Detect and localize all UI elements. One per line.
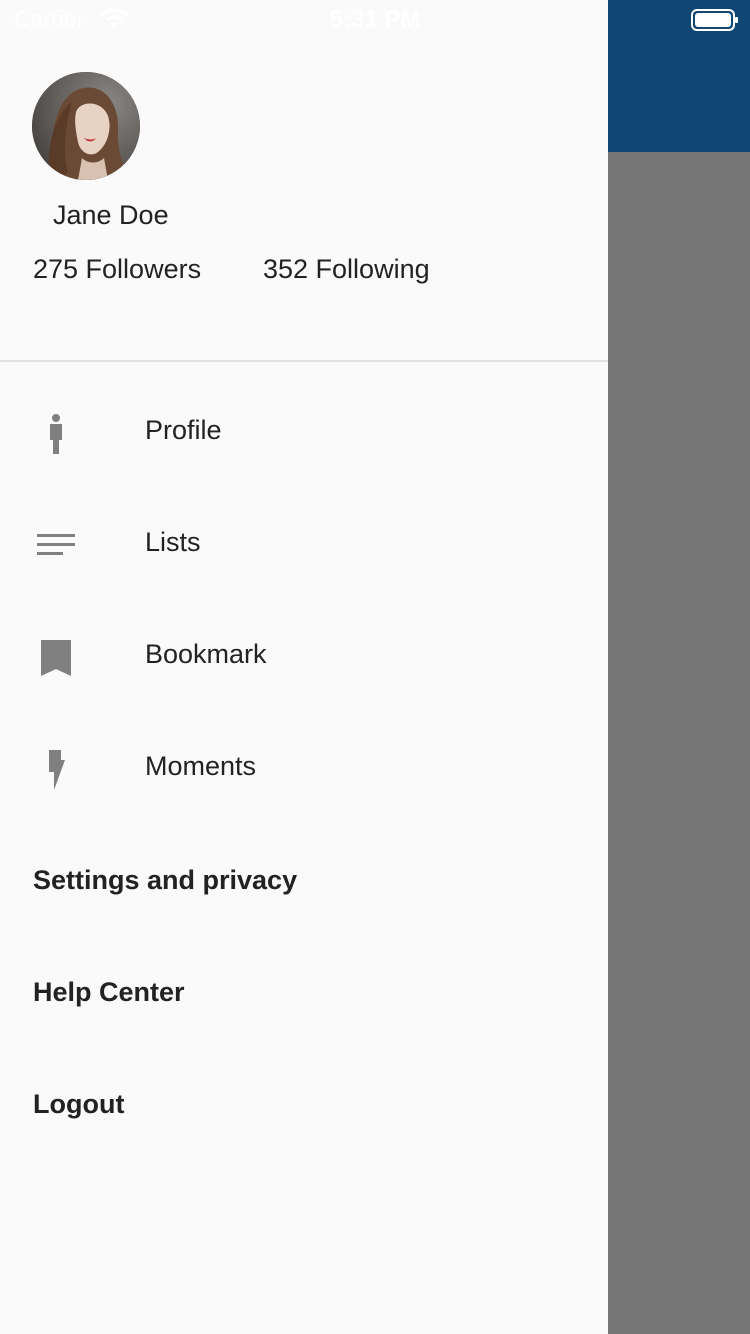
user-name: Jane Doe [53,200,169,230]
menu-item-label: Profile [145,415,222,445]
menu-item-moments[interactable]: Moments [0,714,608,826]
avatar-image [32,72,140,180]
menu-item-profile[interactable]: Profile [0,378,608,490]
following-count[interactable]: 352 Following [263,254,430,285]
lightning-icon [49,750,65,790]
menu-item-label: Bookmark [145,639,267,669]
menu-item-label: Lists [145,527,201,557]
person-icon [50,414,62,454]
help-center-link[interactable]: Help Center [33,977,185,1008]
navigation-drawer: Jane Doe 275 Followers 352 Following Pro… [0,0,608,1334]
status-bar: Carrier 5:31 PM [0,0,750,40]
battery-icon [691,9,738,31]
menu-item-lists[interactable]: Lists [0,490,608,602]
settings-privacy-link[interactable]: Settings and privacy [33,865,297,896]
status-time: 5:31 PM [329,6,421,33]
menu-item-bookmark[interactable]: Bookmark [0,602,608,714]
list-icon [37,534,75,555]
bookmark-icon [41,640,71,676]
logout-link[interactable]: Logout [33,1089,124,1120]
drawer-header: Jane Doe 275 Followers 352 Following [0,0,608,362]
followers-count[interactable]: 275 Followers [33,254,201,285]
menu-item-label: Moments [145,751,257,781]
avatar[interactable] [32,72,140,180]
screen: Carrier 5:31 PM Jane Doe 275 Followers 3… [0,0,750,1334]
